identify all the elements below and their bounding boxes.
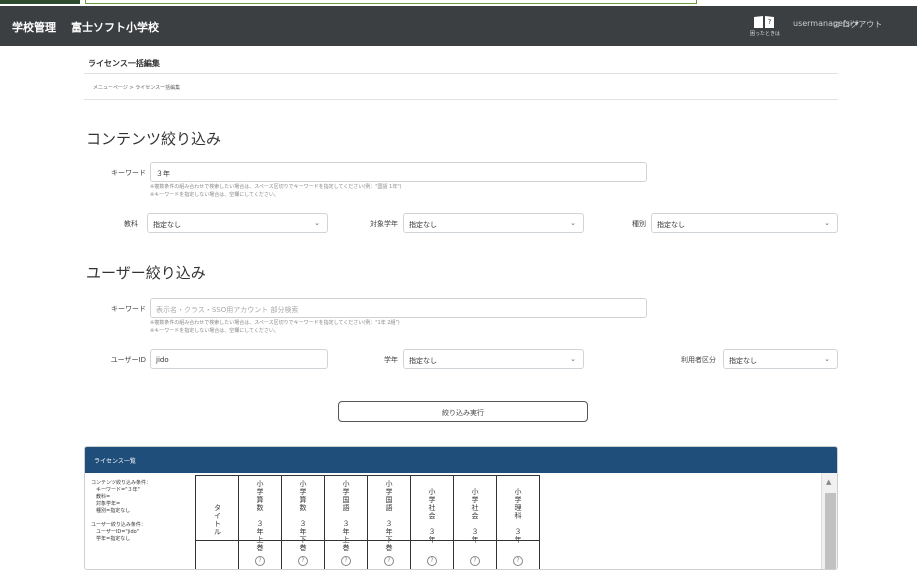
page-title: ライセンス一括編集 [88,59,160,68]
column-volume: ３年下巻 [385,520,393,552]
condition-line: ユーザー絞り込み条件： [91,522,146,528]
type-select-value: 指定なし [657,221,685,229]
condition-line: 教科= [91,494,111,500]
vertical-scrollbar[interactable]: ▲ [821,473,837,569]
filter-conditions: コンテンツ絞り込み条件： キーワード="３年" 教科= 対象学年= 種別=指定な… [91,480,195,543]
column-volume: ３年上巻 [342,520,350,552]
column-volume: ３年下巻 [299,520,307,552]
condition-line: 学年=指定なし [91,536,131,542]
grade-select-value: 指定なし [409,221,437,229]
column-header[interactable]: 小学算数 ３年上巻 ? [239,476,282,569]
license-grid: タイトル 小学算数 ３年上巻 ? 小学算数 ３年下巻 ? 小学国語 ３年上巻 ?… [195,475,540,569]
scroll-up-icon[interactable]: ▲ [826,478,831,486]
column-subject: 小学算数 [299,480,307,512]
user-keyword-input[interactable]: 表示名・クラス・SSO用アカウント 部分検索 [150,298,647,318]
column-header[interactable]: 小学社会 ３年 ? [454,476,497,569]
nav-school-name: 富士ソフト小学校 [71,21,159,34]
user-hint-1: ※複数条件の組み合わせで検索したい場合は、スペース区切りでキーワードを指定してく… [150,320,400,326]
chevron-down-icon: ⌄ [824,355,830,363]
year-label: 学年 [384,356,398,364]
usertype-label: 利用者区分 [681,356,716,364]
question-icon[interactable]: ? [255,556,265,566]
column-volume: ３年 [471,528,479,544]
navbar: 学校管理 富士ソフト小学校 ? 困ったときは usermanagefsi ▾ ⊡… [0,6,917,46]
condition-line: 種別=指定なし [91,508,131,514]
help-button[interactable]: ? 困ったときは [749,14,781,40]
condition-line: 対象学年= [91,501,121,507]
title-header-text: タイトル [214,504,221,536]
book-help-icon: ? [754,16,774,28]
usertype-select[interactable]: 指定なし ⌄ [723,349,838,369]
user-hint-2: ※キーワードを指定しない場合は、空欄にしてください。 [150,328,279,334]
type-label: 種別 [632,220,646,228]
column-subject: 小学算数 [256,480,264,512]
subject-label: 教科 [124,220,138,228]
content-keyword-label: キーワード [111,169,146,177]
chevron-down-icon: ⌄ [314,219,320,227]
top-strip-dark [0,0,80,4]
userid-label: ユーザーID [110,356,146,364]
divider [84,99,838,100]
breadcrumb[interactable]: メニューページ > ライセンス一括編集 [93,84,180,91]
year-select-value: 指定なし [409,357,437,365]
condition-line: コンテンツ絞り込み条件： [91,480,152,486]
divider [84,73,838,74]
svg-text:?: ? [768,18,772,26]
column-volume: ３年 [514,528,522,544]
license-list-heading: ライセンス一覧 [85,447,837,473]
subject-select[interactable]: 指定なし ⌄ [147,213,328,233]
condition-line: ユーザーID="jido" [91,529,140,535]
column-header[interactable]: 小学国語 ３年下巻 ? [368,476,411,569]
content-hint-1: ※複数条件の組み合わせで検索したい場合は、スペース区切りでキーワードを指定してく… [150,184,402,190]
column-volume: ３年 [428,528,436,544]
content-filter-heading: コンテンツ絞り込み [86,130,222,148]
column-subject: 小学理科 [514,488,522,520]
column-header[interactable]: 小学算数 ３年下巻 ? [282,476,325,569]
type-select[interactable]: 指定なし ⌄ [651,213,838,233]
filter-run-button[interactable]: 絞り込み実行 [338,401,588,422]
question-icon[interactable]: ? [513,556,523,566]
content-hint-2: ※キーワードを指定しない場合は、空欄にしてください。 [150,192,279,198]
title-column-header: タイトル [196,476,239,569]
userid-input[interactable]: jido [150,349,328,369]
condition-line [91,515,195,522]
logout-link[interactable]: ⊡ ログアウト [833,19,882,30]
user-keyword-label: キーワード [111,305,146,313]
question-icon[interactable]: ? [298,556,308,566]
question-icon[interactable]: ? [427,556,437,566]
question-icon[interactable]: ? [470,556,480,566]
column-volume: ３年上巻 [256,520,264,552]
column-header[interactable]: 小学国語 ３年上巻 ? [325,476,368,569]
top-strip-frame [85,0,697,4]
year-select[interactable]: 指定なし ⌄ [403,349,584,369]
help-label: 困ったときは [749,31,780,37]
user-filter-heading: ユーザー絞り込み [86,264,206,282]
grid-bottom-line [195,540,540,541]
chevron-down-icon: ⌄ [824,219,830,227]
chevron-down-icon: ⌄ [570,219,576,227]
condition-line: キーワード="３年" [91,487,140,493]
subject-select-value: 指定なし [153,221,181,229]
question-icon[interactable]: ? [384,556,394,566]
column-subject: 小学社会 [471,488,479,520]
column-subject: 小学社会 [428,488,436,520]
grade-select[interactable]: 指定なし ⌄ [403,213,584,233]
column-header[interactable]: 小学社会 ３年 ? [411,476,454,569]
content-keyword-input[interactable]: ３年 [150,162,647,182]
scrollbar-thumb[interactable] [825,493,836,569]
column-subject: 小学国語 [385,480,393,512]
column-subject: 小学国語 [342,480,350,512]
license-list-panel: ライセンス一覧 コンテンツ絞り込み条件： キーワード="３年" 教科= 対象学年… [84,446,838,570]
question-icon[interactable]: ? [341,556,351,566]
usertype-select-value: 指定なし [729,357,757,365]
nav-brand[interactable]: 学校管理 [12,19,56,35]
chevron-down-icon: ⌄ [570,355,576,363]
grade-label: 対象学年 [370,220,398,228]
column-header[interactable]: 小学理科 ３年 ? [497,476,540,569]
